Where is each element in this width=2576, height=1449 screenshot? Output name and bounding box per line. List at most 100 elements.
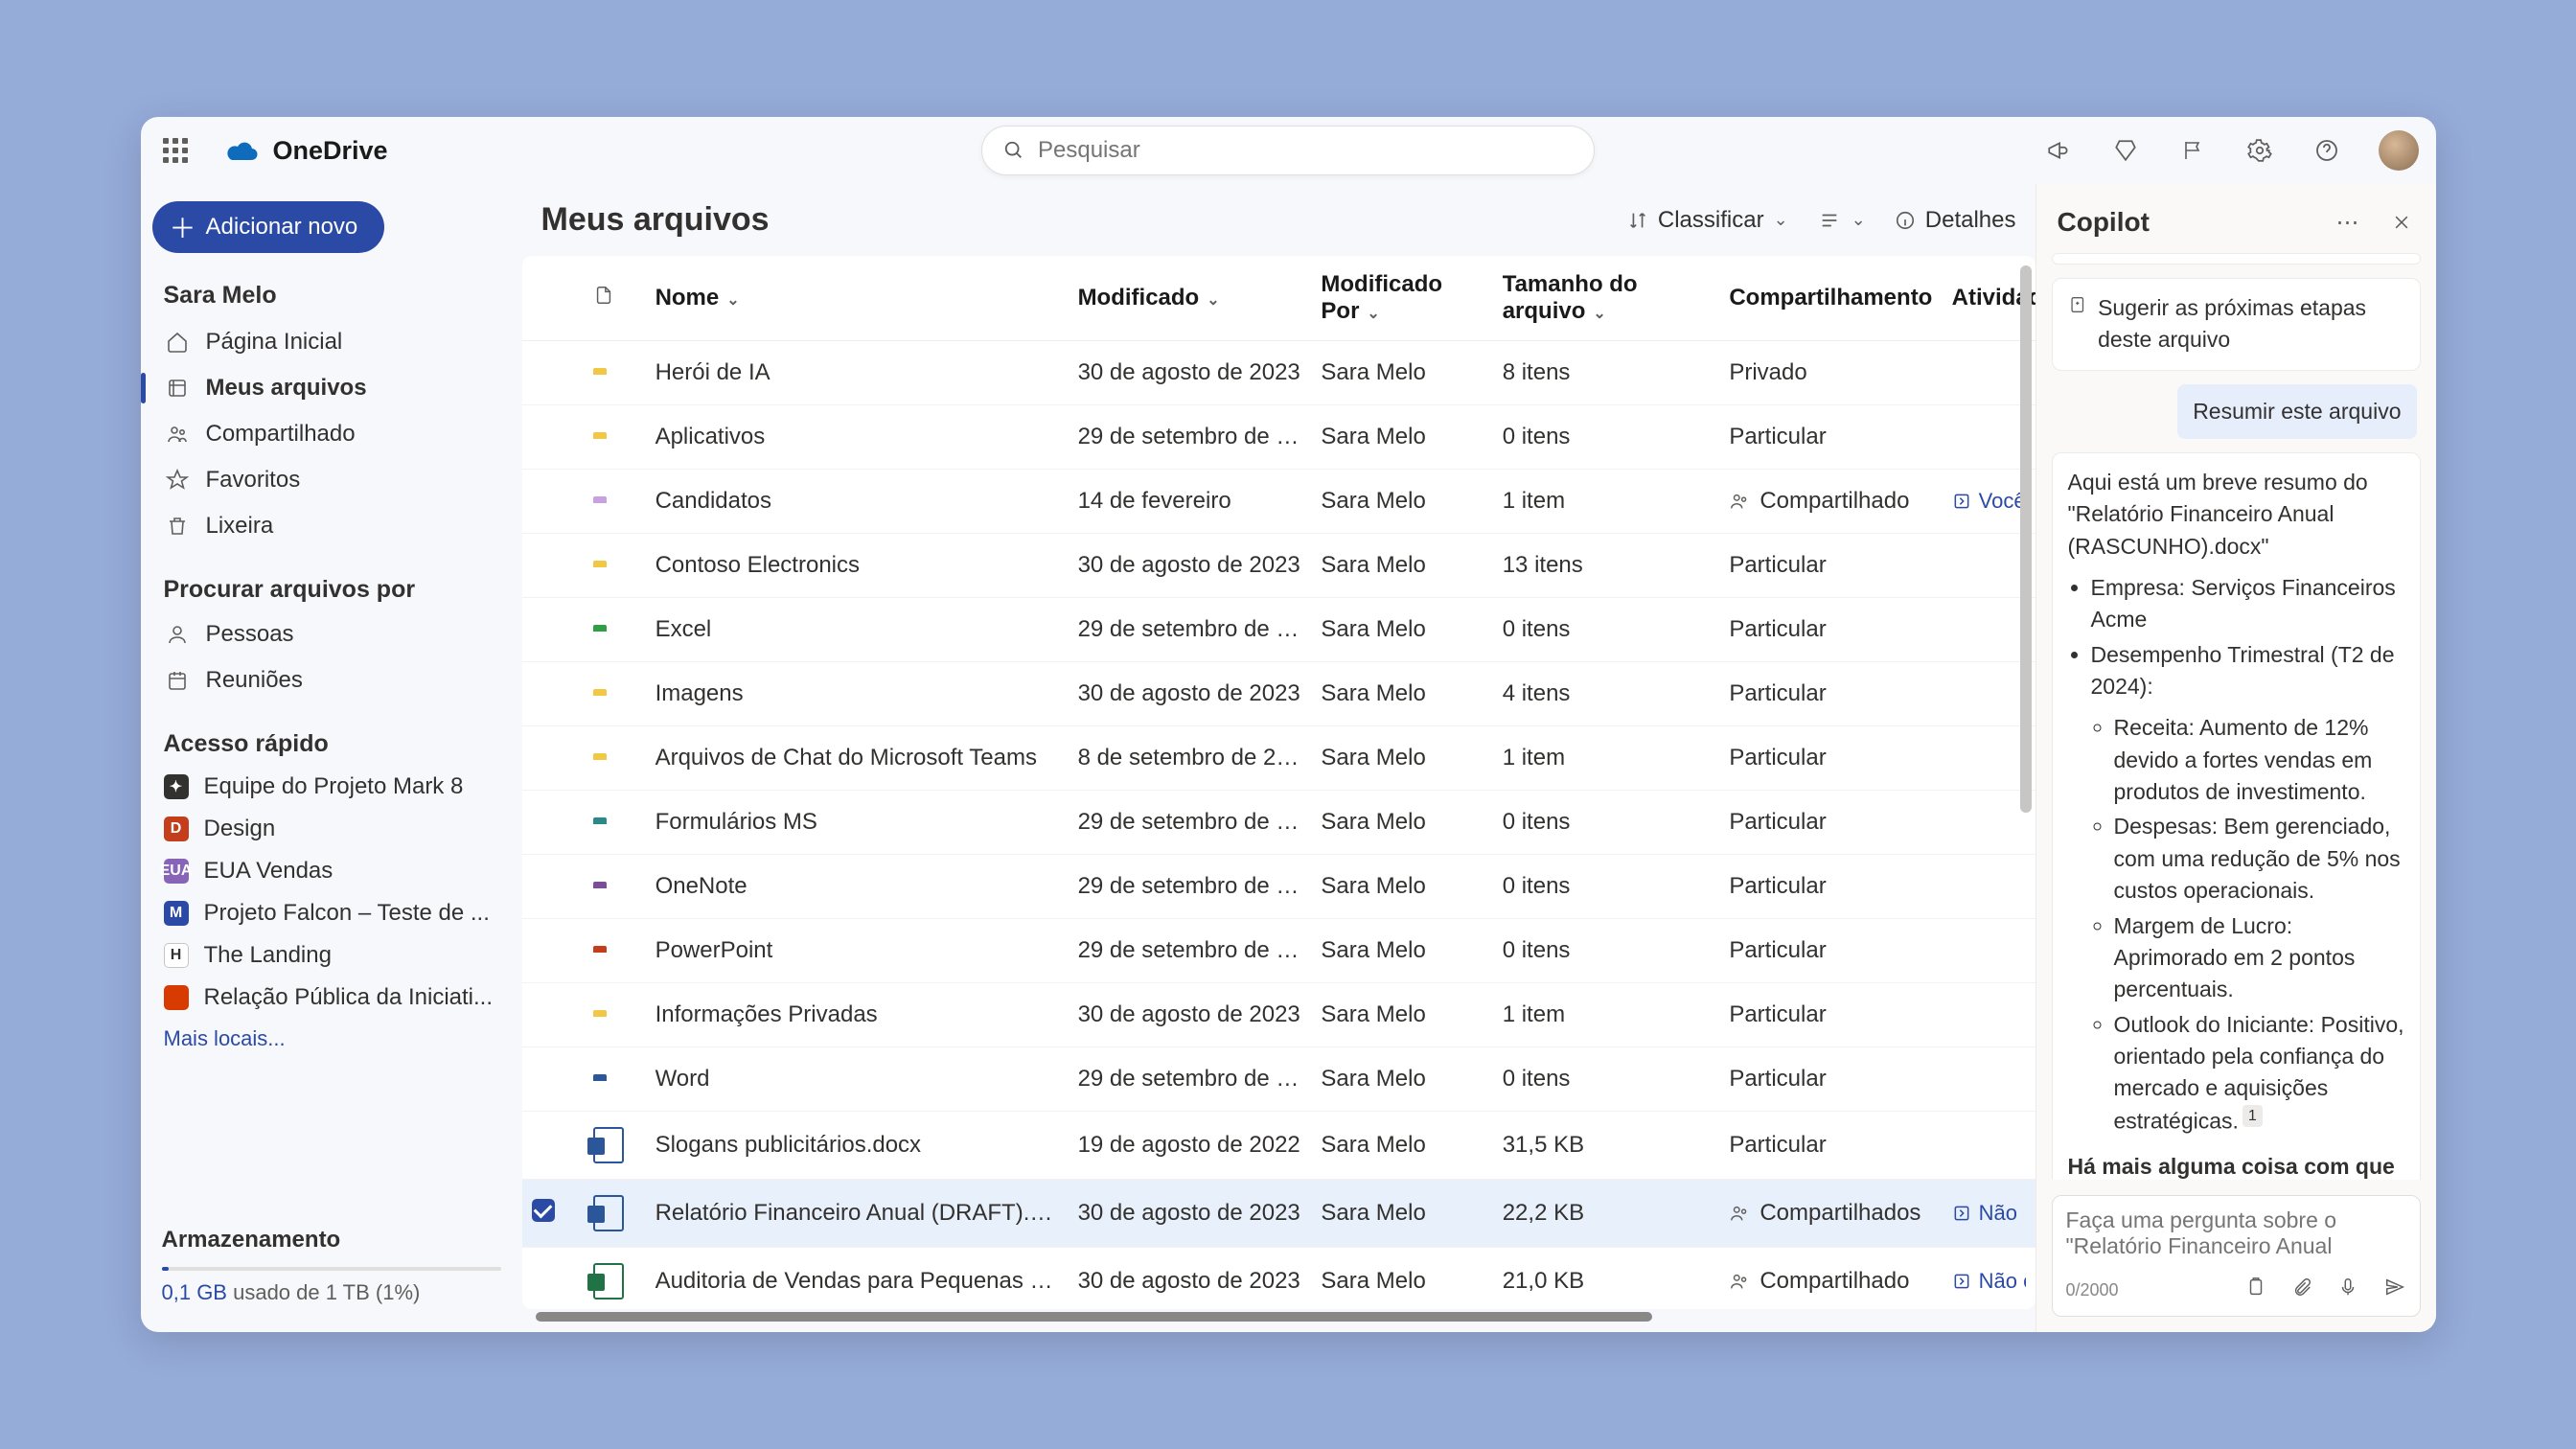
sharing-cell[interactable]: Compartilhado — [1729, 1268, 1932, 1295]
add-new-button[interactable]: ＋ Adicionar novo — [152, 201, 385, 253]
sharing-cell[interactable]: Particular — [1729, 424, 1932, 450]
more-locations-link[interactable]: Mais locais... — [164, 1026, 499, 1051]
list-view-icon — [1817, 210, 1842, 231]
file-name[interactable]: Formulários MS — [646, 791, 1069, 855]
browse-meetings[interactable]: Reuniões — [152, 657, 511, 703]
table-row[interactable]: Imagens 30 de agosto de 2023 Sara Melo 4… — [522, 662, 2036, 726]
copilot-textarea[interactable] — [2066, 1208, 2406, 1263]
sharing-cell[interactable]: Particular — [1729, 937, 1932, 964]
activity-cell[interactable]: Você c — [1952, 489, 2026, 514]
view-button[interactable]: ⌄ — [1817, 210, 1866, 231]
nav-my-files[interactable]: Meus arquivos — [152, 365, 511, 411]
quick-access-item[interactable]: DDesign — [152, 808, 511, 850]
nav-favorites[interactable]: Favoritos — [152, 457, 511, 503]
sharing-cell[interactable]: Particular — [1729, 1001, 1932, 1028]
quick-access-item[interactable]: ✦Equipe do Projeto Mark 8 — [152, 766, 511, 808]
topbar-actions — [2043, 130, 2419, 171]
onedrive-logo-icon — [225, 139, 260, 162]
quick-access-item[interactable]: EUAEUA Vendas — [152, 850, 511, 892]
sharing-cell[interactable]: Particular — [1729, 873, 1932, 900]
quick-access-item[interactable]: Relação Pública da Iniciati... — [152, 977, 511, 1019]
details-button[interactable]: Detalhes — [1895, 207, 2016, 234]
search-input[interactable] — [1038, 137, 1573, 164]
user-avatar[interactable] — [2379, 130, 2419, 171]
sharing-cell[interactable]: Compartilhado — [1729, 488, 1932, 515]
info-icon — [1895, 210, 1916, 231]
nav-trash[interactable]: Lixeira — [152, 503, 511, 549]
settings-gear-icon[interactable] — [2244, 135, 2275, 166]
file-name[interactable]: Candidatos — [646, 470, 1069, 534]
file-name[interactable]: Contoso Electronics — [646, 534, 1069, 598]
file-name[interactable]: Aplicativos — [646, 405, 1069, 470]
clipboard-icon[interactable] — [2245, 1276, 2266, 1304]
col-sharing[interactable]: Compartilhamento — [1719, 256, 1942, 341]
file-name[interactable]: PowerPoint — [646, 919, 1069, 983]
file-name[interactable]: Arquivos de Chat do Microsoft Teams — [646, 726, 1069, 791]
help-icon[interactable] — [2312, 135, 2342, 166]
table-row[interactable]: Excel 29 de setembro de 2023 Sara Melo 0… — [522, 598, 2036, 662]
table-row[interactable]: Auditoria de Vendas para Pequenas Empres… — [522, 1248, 2036, 1310]
table-row[interactable]: Contoso Electronics 30 de agosto de 2023… — [522, 534, 2036, 598]
sharing-cell[interactable]: Particular — [1729, 552, 1932, 579]
flag-icon[interactable] — [2177, 135, 2208, 166]
row-checkbox[interactable] — [532, 1199, 555, 1222]
activity-cell[interactable]: Não c — [1952, 1269, 2026, 1294]
table-row[interactable]: Formulários MS 29 de setembro de 2023 Sa… — [522, 791, 2036, 855]
table-row[interactable]: Arquivos de Chat do Microsoft Teams 8 de… — [522, 726, 2036, 791]
activity-cell[interactable]: Não — [1952, 1201, 2026, 1226]
col-modified[interactable]: Modificado⌄ — [1069, 256, 1312, 341]
file-name[interactable]: Imagens — [646, 662, 1069, 726]
file-name[interactable]: Excel — [646, 598, 1069, 662]
horizontal-scrollbar[interactable] — [522, 1317, 2036, 1332]
storage-text: 0,1 GB usado de 1 TB (1%) — [162, 1280, 501, 1305]
table-row[interactable]: Aplicativos 29 de setembro de 2023 Sara … — [522, 405, 2036, 470]
browse-people[interactable]: Pessoas — [152, 611, 511, 657]
sharing-cell[interactable]: Particular — [1729, 1066, 1932, 1092]
nav-home[interactable]: Página Inicial — [152, 319, 511, 365]
sharing-cell[interactable]: Particular — [1729, 809, 1932, 836]
megaphone-icon[interactable] — [2043, 135, 2074, 166]
col-type-icon[interactable] — [584, 256, 646, 341]
quick-access-item[interactable]: MProjeto Falcon – Teste de ... — [152, 892, 511, 934]
nav-shared[interactable]: Compartilhado — [152, 411, 511, 457]
sort-button[interactable]: Classificar ⌄ — [1627, 207, 1788, 234]
file-name[interactable]: Slogans publicitários.docx — [646, 1112, 1069, 1180]
file-name[interactable]: Herói de IA — [646, 341, 1069, 405]
table-row[interactable]: Word 29 de setembro de 2023 Sara Melo 0 … — [522, 1047, 2036, 1112]
file-name[interactable]: Informações Privadas — [646, 983, 1069, 1047]
col-size[interactable]: Tamanho do arquivo⌄ — [1493, 256, 1720, 341]
copilot-suggestion-chip[interactable]: Sugerir as próximas etapas deste arquivo — [2052, 278, 2421, 371]
file-name[interactable]: Word — [646, 1047, 1069, 1112]
attachment-icon[interactable] — [2291, 1276, 2312, 1304]
reference-badge[interactable]: 1 — [2242, 1105, 2263, 1127]
sharing-cell[interactable]: Particular — [1729, 616, 1932, 643]
premium-icon[interactable] — [2110, 135, 2141, 166]
sharing-cell[interactable]: Particular — [1729, 1132, 1932, 1159]
table-row[interactable]: OneNote 29 de setembro de 2023 Sara Melo… — [522, 855, 2036, 919]
col-name[interactable]: Nome⌄ — [646, 256, 1069, 341]
search-box[interactable] — [981, 126, 1595, 175]
table-row[interactable]: Slogans publicitários.docx 19 de agosto … — [522, 1112, 2036, 1180]
browse-by-label: Procurar arquivos por — [164, 576, 511, 604]
vertical-scrollbar[interactable] — [2020, 264, 2032, 1223]
file-name[interactable]: Relatório Financeiro Anual (DRAFT).docx — [646, 1180, 1069, 1248]
table-row[interactable]: Relatório Financeiro Anual (DRAFT).docx … — [522, 1180, 2036, 1248]
send-icon[interactable] — [2383, 1276, 2406, 1304]
table-row[interactable]: PowerPoint 29 de setembro de 2023 Sara M… — [522, 919, 2036, 983]
microphone-icon[interactable] — [2337, 1276, 2358, 1304]
sharing-cell[interactable]: Compartilhados — [1729, 1200, 1932, 1227]
more-icon[interactable]: ⋯ — [2333, 207, 2363, 238]
app-launcher-icon[interactable] — [158, 133, 193, 168]
col-modified-by[interactable]: Modificado Por⌄ — [1311, 256, 1492, 341]
sharing-cell[interactable]: Privado — [1729, 359, 1932, 386]
sharing-cell[interactable]: Particular — [1729, 680, 1932, 707]
file-name[interactable]: Auditoria de Vendas para Pequenas Empres… — [646, 1248, 1069, 1310]
copilot-input[interactable]: 0/2000 — [2052, 1195, 2421, 1317]
table-row[interactable]: Candidatos 14 de fevereiro Sara Melo 1 i… — [522, 470, 2036, 534]
file-name[interactable]: OneNote — [646, 855, 1069, 919]
table-row[interactable]: Herói de IA 30 de agosto de 2023 Sara Me… — [522, 341, 2036, 405]
sharing-cell[interactable]: Particular — [1729, 745, 1932, 771]
table-row[interactable]: Informações Privadas 30 de agosto de 202… — [522, 983, 2036, 1047]
quick-access-item[interactable]: HThe Landing — [152, 934, 511, 977]
close-icon[interactable] — [2386, 207, 2417, 238]
